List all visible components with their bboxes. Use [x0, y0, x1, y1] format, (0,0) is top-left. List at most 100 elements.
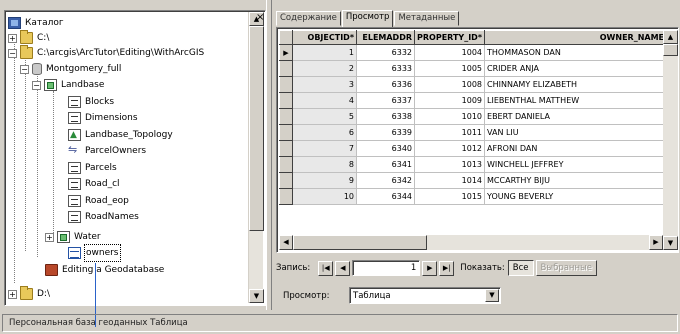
table-cell[interactable]: 6342	[356, 172, 415, 189]
tree-item-dimensions[interactable]: Dimensions	[68, 110, 138, 126]
tree-item-montgomery[interactable]: − Montgomery_full	[20, 61, 121, 77]
table-cell[interactable]: VAN LIU	[484, 124, 668, 141]
row-selector[interactable]	[279, 156, 293, 173]
row-selector[interactable]	[279, 140, 293, 157]
tree-item-parcelowners[interactable]: ParcelOwners	[68, 142, 146, 159]
table-cell[interactable]: 9	[292, 172, 357, 189]
chevron-down-icon[interactable]: ▼	[485, 289, 499, 302]
table-cell[interactable]: AFRONI DAN	[484, 140, 668, 157]
tab-contents[interactable]: Содержание	[276, 11, 341, 26]
preview-type-dropdown[interactable]: Таблица ▼	[349, 287, 501, 304]
table-cell[interactable]: MCCARTHY BIJU	[484, 172, 668, 189]
tree-item-landbase-topology[interactable]: Landbase_Topology	[68, 127, 173, 143]
tree-item-parcels[interactable]: Parcels	[68, 160, 117, 176]
table-cell[interactable]: 2	[292, 60, 357, 77]
tree-item-water[interactable]: + Water	[45, 229, 101, 245]
table-cell[interactable]: 6340	[356, 140, 415, 157]
record-number-input[interactable]: 1	[352, 260, 421, 276]
table-row[interactable]: 5 6338 1010 EBERT DANIELA	[279, 108, 668, 125]
tree-item-editing-toolbox[interactable]: Editing a Geodatabase	[45, 262, 164, 278]
tree-vertical-scrollbar[interactable]: ▲ ▼	[248, 12, 264, 303]
table-cell[interactable]: 6341	[356, 156, 415, 173]
pane-splitter[interactable]	[266, 0, 272, 310]
table-cell[interactable]: 6338	[356, 108, 415, 125]
tree-item-d-drive[interactable]: + D:\	[8, 286, 50, 302]
tab-metadata[interactable]: Метаданные	[394, 11, 460, 26]
table-row[interactable]: 7 6340 1012 AFRONI DAN	[279, 140, 668, 157]
grid-horizontal-scrollbar[interactable]: ◀ ▶	[279, 235, 663, 250]
column-header[interactable]: OWNER_NAME	[484, 30, 668, 45]
next-record-icon[interactable]: ▶	[422, 260, 438, 276]
tree-item-c-drive[interactable]: + C:\	[8, 30, 49, 46]
column-header[interactable]: ELEMADDR	[356, 30, 415, 45]
table-cell[interactable]: 10	[292, 188, 357, 205]
table-cell[interactable]: 1009	[414, 92, 486, 109]
scroll-right-icon[interactable]: ▶	[649, 235, 663, 250]
table-cell[interactable]: WINCHELL JEFFREY	[484, 156, 668, 173]
table-row[interactable]: 8 6341 1013 WINCHELL JEFFREY	[279, 156, 668, 173]
row-selector[interactable]: ▶	[279, 44, 293, 61]
row-selector[interactable]	[279, 188, 293, 205]
table-cell[interactable]: 6339	[356, 124, 415, 141]
table-cell[interactable]: 5	[292, 108, 357, 125]
table-cell[interactable]: LIEBENTHAL MATTHEW	[484, 92, 668, 109]
scroll-up-icon[interactable]: ▲	[663, 30, 678, 44]
expand-icon[interactable]: +	[8, 33, 17, 43]
row-selector[interactable]	[279, 92, 293, 109]
table-cell[interactable]: 6332	[356, 44, 415, 61]
tab-preview[interactable]: Просмотр	[341, 10, 394, 27]
scroll-down-icon[interactable]: ▼	[663, 236, 678, 250]
scroll-down-icon[interactable]: ▼	[249, 289, 264, 303]
row-selector-header[interactable]	[279, 30, 293, 45]
table-cell[interactable]: CRIDER ANJA	[484, 60, 668, 77]
table-cell[interactable]: EBERT DANIELA	[484, 108, 668, 125]
catalog-tree[interactable]: Каталог + C:\ − C:\arcgis\ArcTutor\Editi…	[4, 10, 266, 306]
scroll-thumb[interactable]	[663, 44, 678, 56]
grid-vertical-scrollbar[interactable]: ▲ ▼	[663, 30, 678, 250]
last-record-icon[interactable]: ▶|	[439, 260, 455, 276]
first-record-icon[interactable]: |◀	[318, 260, 334, 276]
table-cell[interactable]: 1008	[414, 76, 486, 93]
table-cell[interactable]: 1010	[414, 108, 486, 125]
table-cell[interactable]: THOMMASON DAN	[484, 44, 668, 61]
table-cell[interactable]: 1011	[414, 124, 486, 141]
tree-item-catalog[interactable]: Каталог	[8, 15, 64, 31]
table-row[interactable]: 2 6333 1005 CRIDER ANJA	[279, 60, 668, 77]
tree-item-landbase[interactable]: − Landbase	[32, 77, 104, 93]
table-cell[interactable]: 1005	[414, 60, 486, 77]
table-cell[interactable]: 3	[292, 76, 357, 93]
table-cell[interactable]: 6344	[356, 188, 415, 205]
table-cell[interactable]: YOUNG BEVERLY	[484, 188, 668, 205]
previous-record-icon[interactable]: ◀	[335, 260, 351, 276]
close-icon[interactable]: ×	[256, 12, 264, 23]
tree-item-roadnames[interactable]: RoadNames	[68, 209, 139, 225]
table-cell[interactable]: 6333	[356, 60, 415, 77]
table-row[interactable]: 10 6344 1015 YOUNG BEVERLY	[279, 188, 668, 205]
table-cell[interactable]: 1013	[414, 156, 486, 173]
tree-item-blocks[interactable]: Blocks	[68, 94, 114, 110]
table-cell[interactable]: 1004	[414, 44, 486, 61]
table-row[interactable]: 4 6337 1009 LIEBENTHAL MATTHEW	[279, 92, 668, 109]
collapse-icon[interactable]: −	[8, 48, 17, 58]
tree-item-road-cl[interactable]: Road_cl	[68, 176, 120, 192]
column-header[interactable]: PROPERTY_ID*	[413, 30, 486, 45]
expand-icon[interactable]: +	[45, 232, 54, 242]
table-cell[interactable]: 7	[292, 140, 357, 157]
table-cell[interactable]: CHINNAMY ELIZABETH	[484, 76, 668, 93]
table-cell[interactable]: 4	[292, 92, 357, 109]
row-selector[interactable]	[279, 60, 293, 77]
attribute-table[interactable]: OBJECTID* ELEMADDR PROPERTY_ID* OWNER_NA…	[276, 27, 679, 253]
show-selected-button[interactable]: Выбранные	[535, 260, 597, 276]
collapse-icon[interactable]: −	[32, 80, 41, 90]
scroll-thumb[interactable]	[293, 235, 427, 250]
table-cell[interactable]: 6336	[356, 76, 415, 93]
row-selector[interactable]	[279, 76, 293, 93]
scroll-left-icon[interactable]: ◀	[279, 235, 293, 250]
table-cell[interactable]: 1	[292, 44, 357, 61]
row-selector[interactable]	[279, 172, 293, 189]
tree-item-road-eop[interactable]: Road_eop	[68, 193, 129, 209]
row-selector[interactable]	[279, 108, 293, 125]
show-all-button[interactable]: Все	[507, 260, 534, 276]
tree-item-owners[interactable]: owners	[68, 244, 121, 262]
scroll-thumb[interactable]	[249, 26, 264, 231]
